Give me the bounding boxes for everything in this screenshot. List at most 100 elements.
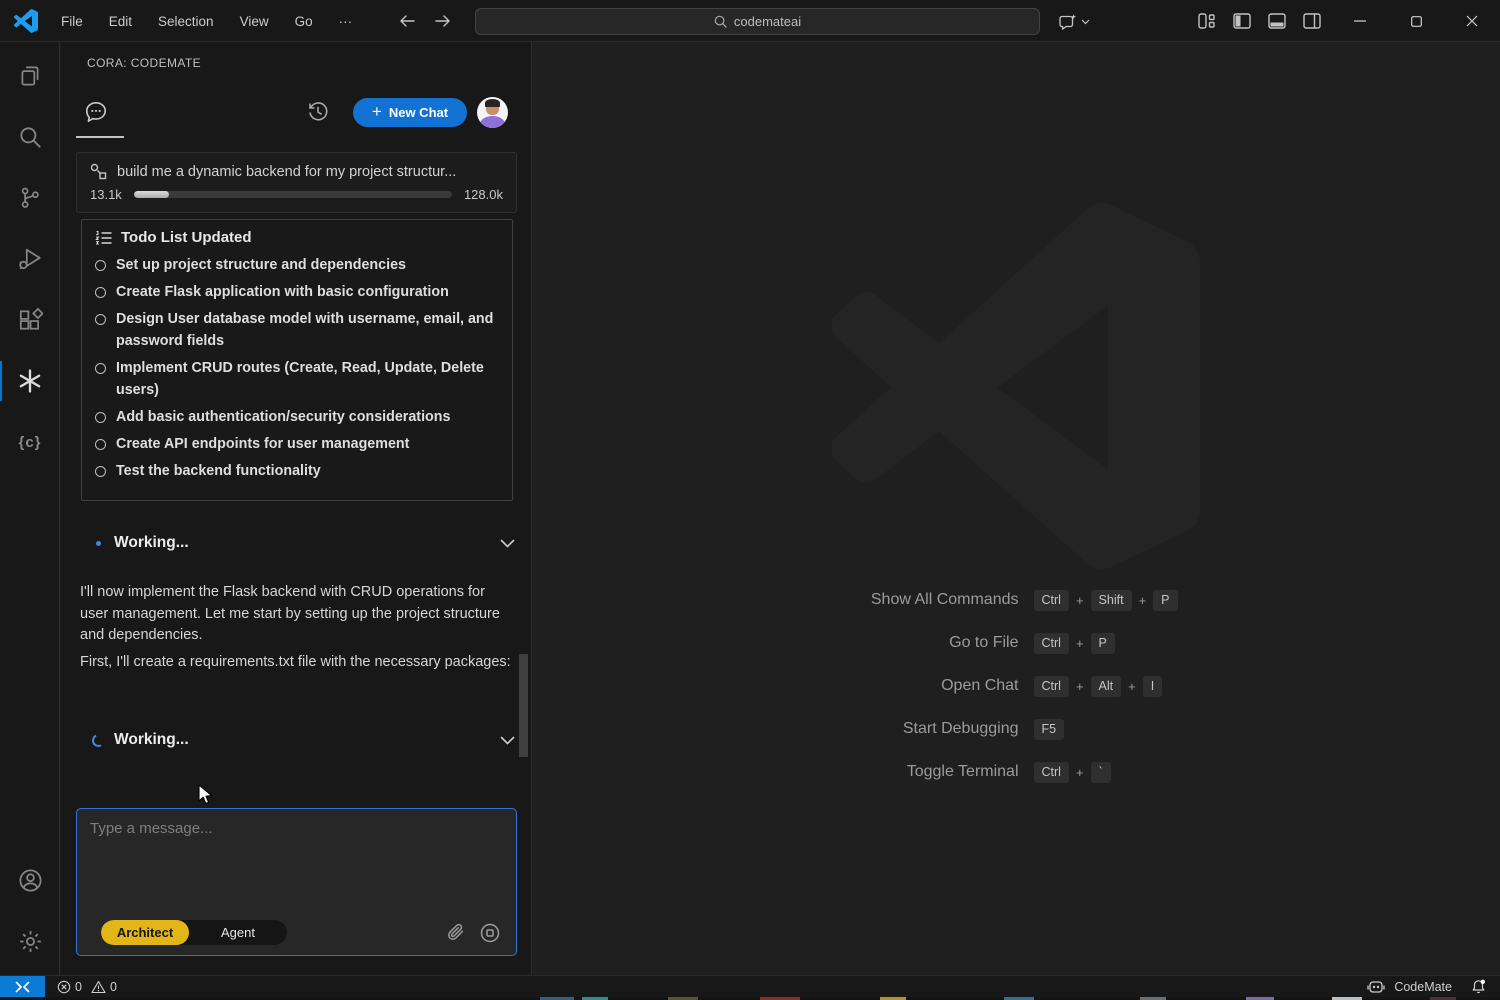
menu-file[interactable]: File xyxy=(48,8,96,35)
sidebar-item-codemate[interactable] xyxy=(0,355,60,407)
key-cap: Ctrl xyxy=(1033,761,1069,783)
menu-view[interactable]: View xyxy=(227,8,282,35)
shortcut-label: Show All Commands xyxy=(870,591,1019,608)
search-icon xyxy=(714,15,727,28)
mode-toggle: Architect Agent xyxy=(101,920,287,945)
assistant-message: First, I'll create a requirements.txt fi… xyxy=(80,654,511,670)
todo-unchecked-icon xyxy=(95,259,106,271)
vscode-logo-icon xyxy=(14,9,38,33)
todo-unchecked-icon xyxy=(95,438,106,450)
message-input[interactable] xyxy=(77,809,516,901)
gear-icon xyxy=(19,930,41,952)
accounts-button[interactable] xyxy=(0,854,60,906)
todo-item: Create API endpoints for user management xyxy=(95,430,499,457)
todo-item: Set up project structure and dependencie… xyxy=(95,251,499,278)
shortcut-label: Start Debugging xyxy=(902,720,1019,737)
remote-indicator[interactable] xyxy=(0,975,45,998)
spinner-dot-icon xyxy=(95,540,101,546)
toggle-primary-sidebar-icon[interactable] xyxy=(1233,13,1251,29)
plus-separator: + xyxy=(1075,592,1084,608)
sidebar-item-extensions[interactable] xyxy=(0,294,60,346)
chevron-down-icon[interactable] xyxy=(500,736,515,745)
todo-unchecked-icon xyxy=(95,313,106,325)
user-avatar[interactable] xyxy=(477,97,508,128)
sidebar-item-explorer[interactable] xyxy=(0,50,60,102)
warning-count: 0 xyxy=(109,979,117,994)
vscode-watermark-icon xyxy=(832,203,1200,570)
asterisk-icon xyxy=(19,369,41,393)
robot-icon[interactable] xyxy=(1367,980,1385,994)
ordered-list-icon xyxy=(95,230,112,245)
shortcut-row: Toggle Terminal Ctrl + ` xyxy=(542,760,1500,784)
notifications-bell-icon[interactable] xyxy=(1471,979,1486,994)
attach-file-icon[interactable] xyxy=(447,923,465,942)
run-debug-icon xyxy=(19,248,41,270)
settings-button[interactable] xyxy=(0,915,60,967)
problems-indicator[interactable]: 0 0 xyxy=(57,980,117,994)
minimize-button[interactable] xyxy=(1332,0,1388,42)
sidebar-item-braces-extension[interactable]: {c} xyxy=(0,416,60,468)
error-icon xyxy=(57,980,71,993)
toggle-secondary-sidebar-icon[interactable] xyxy=(1303,13,1321,29)
working-label: Working... xyxy=(114,534,189,551)
chat-tab-icon[interactable] xyxy=(83,99,109,125)
shortcut-keys: Ctrl + Alt + I xyxy=(1033,675,1364,697)
menubar: File Edit Selection View Go ··· xyxy=(48,0,365,42)
account-icon xyxy=(18,868,42,892)
working-section-top[interactable]: Working... xyxy=(85,530,515,556)
working-label: Working... xyxy=(114,731,189,748)
sidebar-item-source-control[interactable] xyxy=(0,172,60,224)
token-progressbar xyxy=(133,191,452,198)
status-bar: 0 0 CodeMate xyxy=(0,975,1500,998)
editor-area: Show All Commands Ctrl + Shift + P Go to File C… xyxy=(532,42,1500,975)
chevron-down-icon[interactable] xyxy=(500,539,515,548)
todo-item-text: Test the backend functionality xyxy=(116,462,321,479)
go-back-button[interactable] xyxy=(396,10,418,32)
menu-go[interactable]: Go xyxy=(282,8,326,35)
go-forward-button[interactable] xyxy=(432,10,454,32)
history-icon[interactable] xyxy=(306,100,330,124)
sidebar-item-search[interactable] xyxy=(0,111,60,163)
working-section-bottom[interactable]: Working... xyxy=(85,727,515,753)
shortcut-keys: Ctrl + P xyxy=(1033,632,1364,654)
more-menu-button[interactable]: ··· xyxy=(326,8,366,35)
mode-architect-button[interactable]: Architect xyxy=(101,920,189,945)
key-cap: F5 xyxy=(1033,718,1065,740)
toggle-panel-icon[interactable] xyxy=(1268,13,1286,29)
sidebar-item-run-debug[interactable] xyxy=(0,233,60,285)
search-icon xyxy=(20,127,41,148)
copilot-menu-button[interactable] xyxy=(1058,8,1090,35)
key-cap: Ctrl xyxy=(1033,632,1069,654)
current-chat-summary[interactable]: build me a dynamic backend for my projec… xyxy=(76,152,517,213)
codemate-status-label[interactable]: CodeMate xyxy=(1394,980,1452,994)
search-value: codemateai xyxy=(733,14,802,29)
error-count: 0 xyxy=(75,979,82,994)
menu-selection[interactable]: Selection xyxy=(145,8,227,35)
copilot-icon xyxy=(1059,13,1077,30)
shortcut-keys: F5 xyxy=(1033,718,1364,740)
close-window-button[interactable] xyxy=(1444,0,1500,42)
key-cap: Ctrl xyxy=(1033,675,1069,697)
todo-item-text: Implement CRUD routes (Create, Read, Upd… xyxy=(116,359,484,398)
key-cap: P xyxy=(1090,632,1115,654)
customize-layout-icon[interactable] xyxy=(1198,13,1216,29)
menu-edit[interactable]: Edit xyxy=(96,8,145,35)
shortcut-label: Open Chat xyxy=(941,677,1019,694)
new-chat-button[interactable]: + New Chat xyxy=(353,98,467,127)
tokens-total: 128.0k xyxy=(463,187,503,202)
mode-agent-button[interactable]: Agent xyxy=(189,920,287,945)
plus-separator: + xyxy=(1075,678,1084,694)
todo-item: Test the backend functionality xyxy=(95,457,499,484)
stop-icon[interactable] xyxy=(480,923,500,943)
panel-scrollbar-thumb[interactable] xyxy=(519,654,528,757)
plus-separator: + xyxy=(1075,635,1084,651)
shortcut-label: Go to File xyxy=(949,634,1019,651)
extensions-icon xyxy=(19,307,43,330)
token-progress-fill xyxy=(133,191,169,198)
plus-icon: + xyxy=(371,101,382,121)
shortcut-keys: Ctrl + Shift + P xyxy=(1033,589,1364,611)
command-center-search[interactable]: codemateai xyxy=(475,8,1040,35)
shortcut-row: Open Chat Ctrl + Alt + I xyxy=(542,674,1500,698)
tokens-used: 13.1k xyxy=(90,187,122,202)
maximize-button[interactable] xyxy=(1388,0,1444,42)
